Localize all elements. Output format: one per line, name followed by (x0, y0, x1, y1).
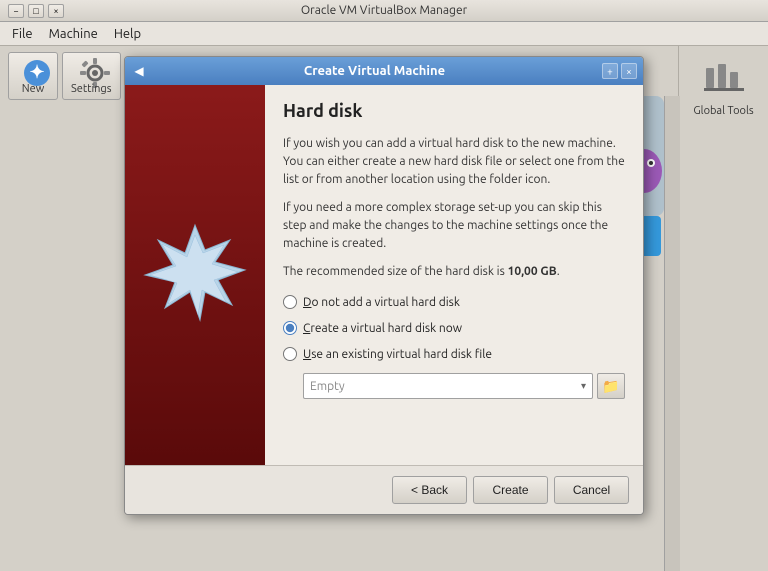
maximize-button[interactable]: □ (28, 4, 44, 18)
app-area: ✦ New Settings (0, 46, 768, 571)
app-title: Oracle VM VirtualBox Manager (301, 4, 467, 17)
cancel-button[interactable]: Cancel (554, 476, 629, 504)
dialog-title: Create Virtual Machine (147, 64, 602, 78)
dialog-plus-button[interactable]: + (602, 63, 618, 79)
radio-existing-disk-input[interactable] (283, 347, 297, 361)
dialog-footer: < Back Create Cancel (125, 465, 643, 514)
menu-help[interactable]: Help (106, 24, 149, 44)
dialog-para1: If you wish you can add a virtual hard d… (283, 135, 625, 189)
dialog-back-arrow: ◀ (131, 63, 147, 79)
radio-create-disk-input[interactable] (283, 321, 297, 335)
dialog-content: Hard disk If you wish you can add a virt… (265, 85, 643, 465)
title-bar: − □ × Oracle VM VirtualBox Manager (0, 0, 768, 22)
dialog-para2: If you need a more complex storage set-u… (283, 199, 625, 253)
radio-group: Do not add a virtual hard disk Create a … (283, 295, 625, 399)
back-button[interactable]: < Back (392, 476, 467, 504)
menu-machine[interactable]: Machine (41, 24, 106, 44)
dialog-recommended-size: 10,00 GB (508, 265, 557, 278)
dialog-close-button[interactable]: × (621, 63, 637, 79)
file-browse-button[interactable]: 📁 (597, 373, 625, 399)
dialog-overlay: ◀ Create Virtual Machine + × (0, 46, 768, 571)
dialog-para3-suffix: . (557, 265, 560, 278)
file-picker-row: Empty ▾ 📁 (303, 373, 625, 399)
dialog-body: Hard disk If you wish you can add a virt… (125, 85, 643, 465)
create-button[interactable]: Create (473, 476, 548, 504)
radio-no-disk-label: Do not add a virtual hard disk (303, 296, 460, 309)
dialog-para3: The recommended size of the hard disk is… (283, 263, 625, 281)
dialog-image-panel (125, 85, 265, 465)
dialog-title-controls: + × (602, 63, 637, 79)
radio-create-disk[interactable]: Create a virtual hard disk now (283, 321, 625, 335)
close-button[interactable]: × (48, 4, 64, 18)
browse-folder-icon: 📁 (602, 378, 619, 395)
radio-create-disk-label: Create a virtual hard disk now (303, 322, 462, 335)
dialog-heading: Hard disk (283, 101, 625, 121)
menu-bar: File Machine Help (0, 22, 768, 46)
dialog-title-bar: ◀ Create Virtual Machine + × (125, 57, 643, 85)
radio-no-disk[interactable]: Do not add a virtual hard disk (283, 295, 625, 309)
file-combo-value: Empty (310, 380, 345, 393)
radio-existing-disk-label: Use an existing virtual hard disk file (303, 348, 492, 361)
minimize-button[interactable]: − (8, 4, 24, 18)
radio-existing-disk[interactable]: Use an existing virtual hard disk file (283, 347, 625, 361)
file-combo[interactable]: Empty ▾ (303, 373, 593, 399)
combo-arrow-icon: ▾ (581, 380, 586, 392)
dialog: ◀ Create Virtual Machine + × (124, 56, 644, 515)
radio-no-disk-input[interactable] (283, 295, 297, 309)
dialog-para3-prefix: The recommended size of the hard disk is (283, 265, 508, 278)
menu-file[interactable]: File (4, 24, 41, 44)
title-bar-left: − □ × (8, 4, 64, 18)
hard-disk-illustration (140, 220, 250, 330)
